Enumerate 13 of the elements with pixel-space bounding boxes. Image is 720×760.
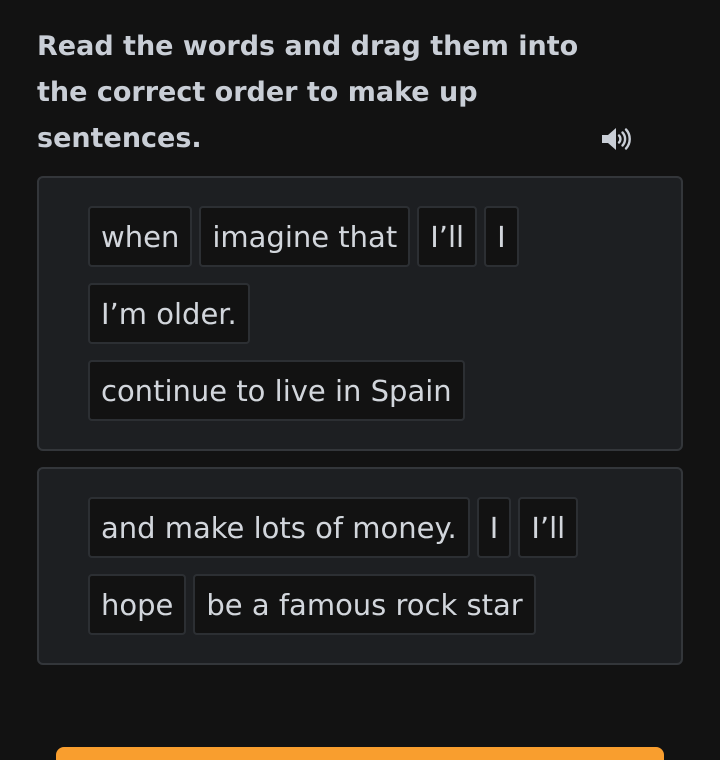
word-chip[interactable]: and make lots of money. (88, 497, 470, 558)
speaker-icon[interactable] (601, 126, 631, 152)
word-chip[interactable]: imagine that (199, 206, 410, 267)
word-chip[interactable]: I (484, 206, 519, 267)
word-chip[interactable]: be a famous rock star (193, 574, 536, 635)
word-chip[interactable]: I (476, 497, 512, 558)
word-chip[interactable]: when (88, 206, 192, 267)
word-chip[interactable]: I’ll (417, 206, 478, 267)
word-chip[interactable]: I’ll (518, 497, 578, 558)
instruction-text: Read the words and drag them into the correct order to make up sentences. (37, 30, 580, 156)
word-chip[interactable]: I’m older. (88, 283, 250, 344)
word-chip[interactable]: hope (88, 574, 186, 635)
word-chip[interactable]: continue to live in Spain (88, 360, 465, 421)
